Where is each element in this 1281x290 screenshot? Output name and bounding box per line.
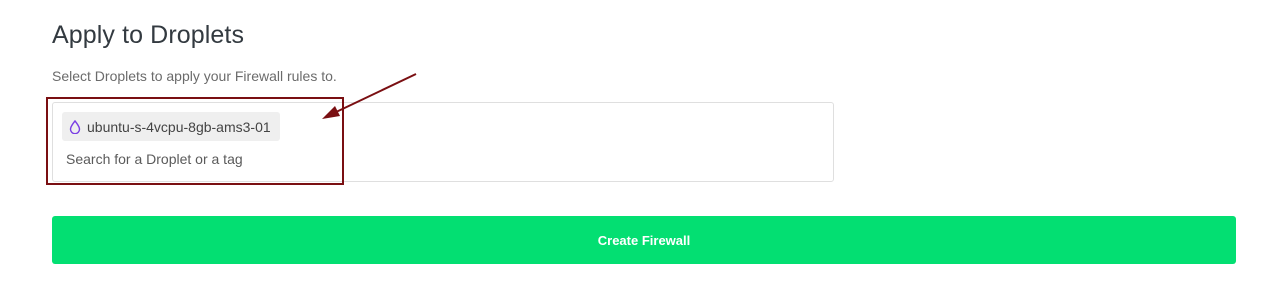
create-firewall-button[interactable]: Create Firewall <box>52 216 1236 264</box>
section-title: Apply to Droplets <box>52 21 245 49</box>
droplet-selector-field[interactable]: ubuntu-s-4vcpu-8gb-ams3-01 <box>52 102 834 182</box>
droplet-search-input[interactable] <box>66 151 466 167</box>
selected-droplet-chip[interactable]: ubuntu-s-4vcpu-8gb-ams3-01 <box>62 112 280 141</box>
section-description: Select Droplets to apply your Firewall r… <box>52 68 337 84</box>
droplet-icon <box>69 119 81 134</box>
selected-droplet-label: ubuntu-s-4vcpu-8gb-ams3-01 <box>87 118 271 135</box>
